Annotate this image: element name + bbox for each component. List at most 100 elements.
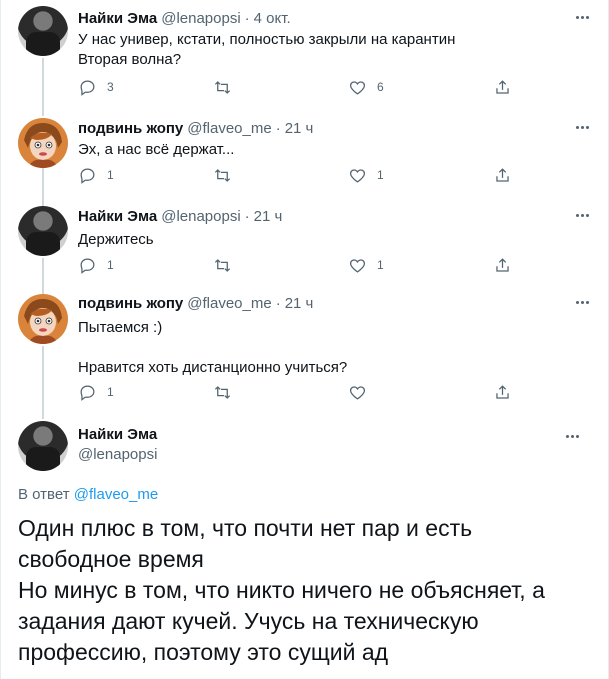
- avatar[interactable]: [18, 421, 68, 471]
- author-handle[interactable]: @flaveo_me: [187, 295, 271, 312]
- thread-connector: [42, 413, 44, 419]
- reply-count: 3: [107, 80, 114, 94]
- separator-dot: ·: [275, 119, 281, 137]
- tweet-1[interactable]: Найки Эма @lenapopsi · 4 окт. У нас унив…: [1, 0, 608, 110]
- tweet-actions: 1 1: [78, 165, 592, 185]
- author-name[interactable]: Найки Эма: [78, 208, 157, 225]
- reply-icon: [80, 80, 95, 96]
- focused-tweet: Найки Эма @lenapopsi В ответ @flaveo_me …: [1, 413, 608, 679]
- reply-to-handle-link[interactable]: @flaveo_me: [74, 486, 158, 503]
- share-button[interactable]: [493, 255, 512, 275]
- reply-context: В ответ @flaveo_me: [18, 486, 158, 503]
- tweet-actions: 1: [78, 382, 592, 402]
- share-icon: [496, 79, 509, 94]
- tweet-text-line: У нас универ, кстати, полностью закрыли …: [78, 31, 456, 48]
- avatar[interactable]: [18, 206, 68, 256]
- tweet-text-line: Нравится хоть дистанционно учиться?: [78, 359, 348, 376]
- tweet-text: Эх, а нас всё держат...: [78, 140, 592, 160]
- retweet-icon: [214, 258, 231, 272]
- more-options-icon[interactable]: [572, 120, 592, 134]
- tweet-header: подвинь жопу @flaveo_me · 21 ч: [78, 293, 592, 313]
- tweet-text-line: задания дают кучей. Учусь на техническую: [18, 608, 479, 634]
- reply-prefix: В ответ: [18, 486, 70, 503]
- author-handle[interactable]: @flaveo_me: [187, 120, 271, 137]
- thread-connector: [42, 346, 44, 413]
- reply-icon: [80, 385, 95, 401]
- tweet-header: Найки Эма @lenapopsi · 4 окт.: [78, 8, 592, 28]
- reply-count: 1: [107, 385, 114, 399]
- share-button[interactable]: [493, 382, 512, 402]
- retweet-icon: [214, 385, 231, 399]
- retweet-button[interactable]: [213, 255, 348, 275]
- tweet-text-line: Эх, а нас всё держат...: [78, 141, 235, 158]
- reply-button[interactable]: 3: [78, 77, 213, 97]
- like-button[interactable]: [348, 382, 483, 402]
- tweet-text-line: Пытаемся :): [78, 319, 163, 336]
- avatar[interactable]: [18, 118, 68, 168]
- timestamp[interactable]: 21 ч: [254, 208, 283, 225]
- author-handle[interactable]: @lenapopsi: [161, 208, 240, 225]
- retweet-icon: [214, 80, 231, 94]
- reply-count: 1: [107, 168, 114, 182]
- tweet-text-line: Но минус в том, что никто ничего не объя…: [18, 577, 545, 603]
- author-name[interactable]: Найки Эма: [78, 10, 157, 27]
- reply-button[interactable]: 1: [78, 255, 213, 275]
- timestamp[interactable]: 21 ч: [285, 120, 314, 137]
- reply-button[interactable]: 1: [78, 382, 213, 402]
- like-count: 1: [377, 168, 384, 182]
- like-button[interactable]: 1: [348, 165, 483, 185]
- more-options-icon[interactable]: [572, 295, 592, 309]
- tweet-text: Один плюс в том, что почти нет пар и ест…: [18, 513, 598, 668]
- tweet-3[interactable]: Найки Эма @lenapopsi · 21 ч Держитесь 1 …: [1, 200, 608, 290]
- share-button[interactable]: [493, 77, 512, 97]
- reply-icon: [80, 258, 95, 274]
- avatar[interactable]: [18, 294, 68, 344]
- retweet-button[interactable]: [213, 165, 348, 185]
- tweet-text-line: Один плюс в том, что почти нет пар и ест…: [18, 515, 473, 541]
- like-count: 1: [377, 258, 384, 272]
- share-icon: [496, 384, 509, 399]
- author-name[interactable]: Найки Эма: [78, 425, 157, 445]
- share-icon: [496, 167, 509, 182]
- like-button[interactable]: 6: [348, 77, 483, 97]
- tweet-4[interactable]: подвинь жопу @flaveo_me · 21 ч Пытаемся …: [1, 290, 608, 413]
- thread-connector: [42, 110, 44, 116]
- author-handle[interactable]: @lenapopsi: [78, 445, 157, 465]
- heart-icon: [349, 258, 366, 273]
- reply-count: 1: [107, 258, 114, 272]
- heart-icon: [349, 168, 366, 183]
- heart-icon: [349, 385, 366, 400]
- conversation-thread: Найки Эма @lenapopsi · 4 окт. У нас унив…: [0, 0, 609, 679]
- author-name[interactable]: подвинь жопу: [78, 120, 183, 137]
- more-options-icon[interactable]: [572, 10, 592, 24]
- cartoon-redhead-avatar: [18, 118, 68, 168]
- share-icon: [496, 257, 509, 272]
- retweet-button[interactable]: [213, 382, 348, 402]
- share-button[interactable]: [493, 165, 512, 185]
- reply-button[interactable]: 1: [78, 165, 213, 185]
- tweet-actions: 3 6: [78, 77, 592, 97]
- tweet-header: Найки Эма @lenapopsi: [78, 425, 157, 465]
- cartoon-redhead-avatar: [18, 294, 68, 344]
- tweet-text: Пытаемся :) Нравится хоть дистанционно у…: [78, 318, 592, 378]
- more-options-icon[interactable]: [572, 208, 592, 222]
- reply-icon: [80, 168, 95, 184]
- thread-connector: [42, 258, 44, 290]
- tweet-text-line: Держитесь: [78, 231, 154, 248]
- separator-dot: ·: [244, 9, 250, 27]
- separator-dot: ·: [244, 207, 250, 225]
- timestamp[interactable]: 21 ч: [285, 295, 314, 312]
- like-button[interactable]: 1: [348, 255, 483, 275]
- tweet-2[interactable]: подвинь жопу @flaveo_me · 21 ч Эх, а нас…: [1, 110, 608, 200]
- thread-connector: [42, 58, 44, 110]
- tweet-text-line: Вторая волна?: [78, 51, 182, 68]
- retweet-button[interactable]: [213, 77, 348, 97]
- retweet-icon: [214, 168, 231, 182]
- author-name[interactable]: подвинь жопу: [78, 295, 183, 312]
- more-options-icon[interactable]: [562, 429, 582, 443]
- tweet-header: Найки Эма @lenapopsi · 21 ч: [78, 206, 592, 226]
- timestamp[interactable]: 4 окт.: [254, 10, 291, 27]
- avatar[interactable]: [18, 6, 68, 56]
- tweet-actions: 1 1: [78, 255, 592, 275]
- author-handle[interactable]: @lenapopsi: [161, 10, 240, 27]
